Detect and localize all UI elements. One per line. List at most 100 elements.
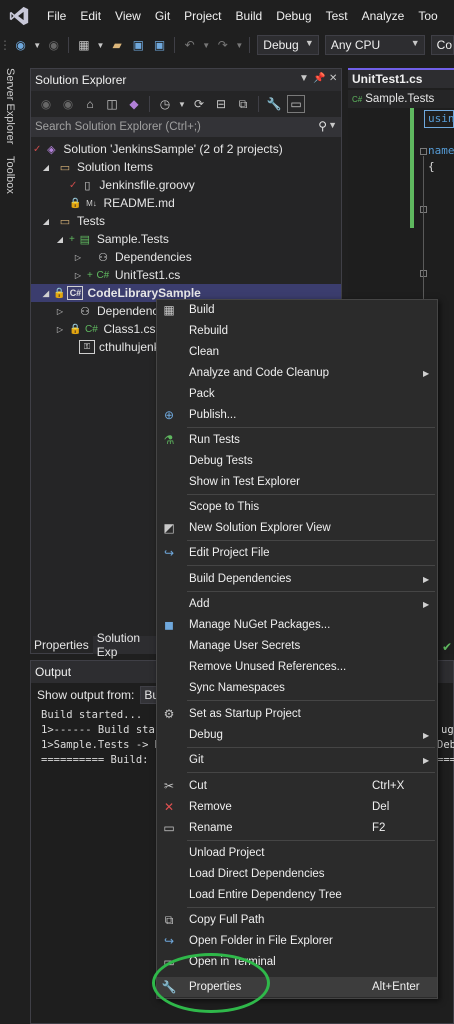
open-folder-icon[interactable]: ▰ (108, 36, 125, 54)
tree-item-sample-tests[interactable]: ◢ + ▤ Sample.Tests (55, 230, 169, 248)
refresh-icon[interactable]: ⟳ (190, 95, 208, 113)
tab-solution-explorer[interactable]: Solution Exp (92, 631, 156, 659)
dropdown-arrow-icon[interactable]: ▼ (202, 36, 210, 54)
output-line: ========== Build: 1 (41, 754, 162, 766)
dropdown-arrow-icon[interactable]: ▼ (178, 95, 186, 113)
chevron-down-icon[interactable]: ▼ (328, 120, 337, 130)
menu-item-edit-project-file[interactable]: ↪ Edit Project File (157, 543, 437, 563)
collapsed-chevron-icon[interactable]: ▷ (73, 271, 83, 280)
expanded-chevron-icon[interactable]: ◢ (55, 235, 65, 244)
menu-edit[interactable]: Edit (73, 9, 108, 23)
editor-navigation-bar[interactable]: C# Sample.Tests (348, 90, 454, 108)
tree-item-solution-items[interactable]: ◢ ▭ Solution Items (41, 158, 153, 176)
expanded-chevron-icon[interactable]: ◢ (41, 217, 51, 226)
menu-git[interactable]: Git (148, 9, 177, 23)
menu-item-sync-namespaces[interactable]: Sync Namespaces (157, 678, 437, 698)
toolbox-tab[interactable]: Toolbox (4, 156, 16, 194)
menu-item-manage-user-secrets[interactable]: Manage User Secrets (157, 636, 437, 656)
save-icon[interactable]: ▣ (130, 36, 147, 54)
window-position-icon[interactable]: ▼ (299, 73, 309, 84)
expanded-chevron-icon[interactable]: ◢ (41, 163, 51, 172)
undo-icon[interactable]: ↶ (181, 36, 198, 54)
show-all-files-icon[interactable]: ⧉ (234, 95, 252, 113)
menu-view[interactable]: View (108, 9, 148, 23)
tree-item-readme[interactable]: 🔒 M↓ README.md (69, 194, 175, 212)
menu-test[interactable]: Test (319, 9, 355, 23)
new-project-icon[interactable]: ▦ (75, 36, 92, 54)
navigate-back-icon[interactable]: ◉ (12, 36, 29, 54)
navigate-forward-icon[interactable]: ◉ (45, 36, 62, 54)
menu-item-build-dependencies[interactable]: Build Dependencies ▶ (157, 569, 437, 589)
properties-wrench-icon[interactable]: 🔧 (265, 95, 283, 113)
collapse-all-icon[interactable]: ⊟ (212, 95, 230, 113)
menu-item-build[interactable]: ▦ Build (157, 300, 437, 320)
search-icon[interactable]: ⚲ (318, 119, 327, 133)
fold-marker-icon[interactable] (420, 148, 427, 155)
tab-properties[interactable]: Properties (30, 636, 93, 654)
menu-build[interactable]: Build (229, 9, 270, 23)
menu-item-rebuild[interactable]: Rebuild (157, 321, 437, 341)
menu-item-publish[interactable]: ⊕ Publish... (157, 405, 437, 425)
visual-studio-logo-icon[interactable] (8, 5, 30, 27)
editor-tab-unittest1[interactable]: UnitTest1.cs (348, 68, 454, 88)
menu-item-cut[interactable]: ✂ Cut Ctrl+X (157, 776, 437, 796)
tree-item-jenkinsfile[interactable]: ✓ ▯ Jenkinsfile.groovy (69, 176, 195, 194)
switch-views-icon[interactable]: ◫ (103, 95, 121, 113)
menu-file[interactable]: File (40, 9, 73, 23)
pin-icon[interactable]: 📌 (313, 73, 325, 84)
dropdown-arrow-icon[interactable]: ▼ (33, 36, 41, 54)
menu-item-git[interactable]: Git ▶ (157, 750, 437, 770)
close-icon[interactable]: ✕ (329, 73, 337, 84)
collapsed-chevron-icon[interactable]: ▷ (73, 253, 83, 262)
menu-item-new-se-view[interactable]: ◩ New Solution Explorer View (157, 518, 437, 538)
tree-item-solution[interactable]: ✓ ◈ Solution 'JenkinsSample' (2 of 2 pro… (33, 140, 283, 158)
solution-explorer-search[interactable]: Search Solution Explorer (Ctrl+;) ⚲ ▼ (31, 117, 341, 137)
tree-item-dependencies[interactable]: ▷ ⚇ Dependencies (73, 248, 192, 266)
back-icon[interactable]: ◉ (37, 95, 55, 113)
forward-icon[interactable]: ◉ (59, 95, 77, 113)
menu-tools[interactable]: Too (411, 9, 444, 23)
menu-debug[interactable]: Debug (269, 9, 318, 23)
menu-item-pack[interactable]: Pack (157, 384, 437, 404)
menu-item-debug-tests[interactable]: Debug Tests (157, 451, 437, 471)
tree-item-tests-folder[interactable]: ◢ ▭ Tests (41, 212, 105, 230)
menu-item-copy-full-path[interactable]: ⧉ Copy Full Path (157, 910, 437, 930)
configuration-select[interactable]: Debug ▼ (257, 35, 319, 55)
tree-item-class1[interactable]: ▷ 🔒 C# Class1.cs (55, 320, 156, 338)
menu-item-load-direct-deps[interactable]: Load Direct Dependencies (157, 864, 437, 884)
tree-item-snk[interactable]: ⚿ cthulhujenk (79, 338, 160, 356)
server-explorer-tab[interactable]: Server Explorer (4, 68, 16, 144)
dropdown-arrow-icon[interactable]: ▼ (97, 36, 105, 54)
menu-item-debug[interactable]: Debug ▶ (157, 725, 437, 745)
menu-item-analyze[interactable]: Analyze and Code Cleanup ▶ (157, 363, 437, 383)
tree-item-dependencies-2[interactable]: ▷ ⚇ Dependenc (55, 302, 158, 320)
preview-selected-icon[interactable]: ▭ (287, 95, 305, 113)
menu-item-manage-nuget[interactable]: ◼ Manage NuGet Packages... (157, 615, 437, 635)
dropdown-arrow-icon[interactable]: ▼ (235, 36, 243, 54)
menu-item-unload-project[interactable]: Unload Project (157, 843, 437, 863)
menu-item-add[interactable]: Add ▶ (157, 594, 437, 614)
pending-changes-filter-icon[interactable]: ◷ (156, 95, 174, 113)
startup-item-select[interactable]: Co (430, 35, 454, 55)
vs-sync-icon[interactable]: ◆ (125, 95, 143, 113)
menu-item-rename[interactable]: ▭ Rename F2 (157, 818, 437, 838)
collapsed-chevron-icon[interactable]: ▷ (55, 307, 65, 316)
menu-project[interactable]: Project (177, 9, 228, 23)
menu-item-remove[interactable]: ✕ Remove Del (157, 797, 437, 817)
menu-item-open-folder[interactable]: ↪ Open Folder in File Explorer (157, 931, 437, 951)
expanded-chevron-icon[interactable]: ◢ (41, 289, 51, 298)
menu-item-run-tests[interactable]: ⚗ Run Tests (157, 430, 437, 450)
redo-icon[interactable]: ↷ (214, 36, 231, 54)
menu-item-show-test-explorer[interactable]: Show in Test Explorer (157, 472, 437, 492)
menu-item-set-startup[interactable]: ⚙ Set as Startup Project (157, 704, 437, 724)
menu-item-clean[interactable]: Clean (157, 342, 437, 362)
menu-item-remove-unused-refs[interactable]: Remove Unused References... (157, 657, 437, 677)
platform-select[interactable]: Any CPU ▼ (324, 35, 425, 55)
collapsed-chevron-icon[interactable]: ▷ (55, 325, 65, 334)
menu-item-scope-to-this[interactable]: Scope to This (157, 497, 437, 517)
menu-analyze[interactable]: Analyze (355, 9, 412, 23)
save-all-icon[interactable]: ▣ (151, 36, 168, 54)
tree-item-unittest1[interactable]: ▷ + C# UnitTest1.cs (73, 266, 180, 284)
menu-item-load-entire-tree[interactable]: Load Entire Dependency Tree (157, 885, 437, 905)
home-icon[interactable]: ⌂ (81, 95, 99, 113)
